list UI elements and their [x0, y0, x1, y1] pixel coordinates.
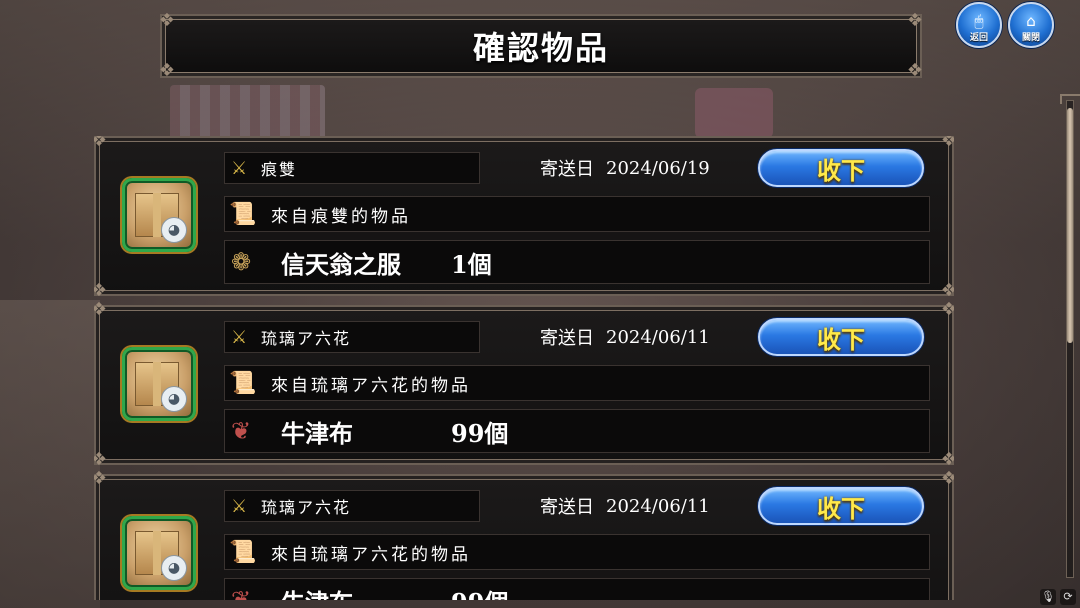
refresh-icon[interactable]: ⟳ [1060, 589, 1076, 605]
sword-shield-icon: ⚔ [231, 326, 248, 348]
ornament-icon: ❖ [906, 10, 924, 31]
mascot-icon: ◕ [161, 217, 187, 243]
mascot-icon: ◕ [161, 386, 187, 412]
cloth-icon: ❦ [231, 586, 252, 600]
box-tape [153, 531, 161, 575]
sender-name: 琉璃ア六花 [261, 329, 352, 348]
send-date: 寄送日 2024/06/11 [540, 490, 710, 522]
sender-name: 痕雙 [261, 160, 298, 179]
box-tape [153, 362, 161, 406]
microphone-icon[interactable]: 🎙 [1040, 589, 1056, 605]
close-button[interactable]: ⌂ 關閉 [1008, 2, 1054, 48]
scroll-quill-icon: 📜 [229, 539, 257, 565]
scroll-quill-icon: 📜 [229, 370, 257, 396]
receive-button-label: 收下 [817, 156, 865, 185]
ornament-icon: ❖ [94, 136, 108, 151]
back-button[interactable]: 🖱 返回 [956, 2, 1002, 48]
item-name: 信天翁之服 [281, 249, 401, 279]
title-bar: ❖ ❖ ❖ ❖ 確認物品 [159, 10, 923, 81]
send-date: 寄送日 2024/06/11 [540, 321, 710, 353]
gift-card: ❖ ❖ ◕ ⚔ 琉璃ア六花 寄送日 2024/06/11 收下 📜 來自琉璃ア六… [94, 468, 954, 600]
background-decoration [0, 300, 100, 608]
scroll-quill-icon: 📜 [229, 201, 257, 227]
ornament-icon: ❖ [940, 468, 954, 489]
sender-field: ⚔ 痕雙 [224, 152, 480, 184]
message-text: 來自琉璃ア六花的物品 [271, 544, 471, 565]
mascot-icon: ◕ [161, 555, 187, 581]
message-field: 📜 來自琉璃ア六花的物品 [224, 365, 930, 401]
ornament-icon: ❖ [940, 136, 954, 151]
bundle-icon: ❁ [231, 248, 252, 276]
gift-card: ❖ ❖ ❖ ❖ ◕ ⚔ 琉璃ア六花 寄送日 2024/06/11 收下 📜 來自… [94, 299, 954, 470]
ornament-icon: ❖ [158, 10, 176, 31]
close-button-label: 關閉 [1021, 33, 1040, 43]
ornament-icon: ❖ [906, 60, 924, 81]
parcel-box-icon: ◕ [122, 178, 196, 252]
gift-card: ❖ ❖ ❖ ❖ ◕ ⚔ 痕雙 寄送日 2024/06/19 收下 📜 來自痕雙的… [94, 136, 954, 301]
sword-shield-icon: ⚔ [231, 157, 248, 179]
item-field: ❁ 信天翁之服 1個 [224, 240, 930, 284]
parcel-box-icon: ◕ [122, 516, 196, 590]
ornament-icon: ❖ [94, 468, 108, 489]
receive-button-label: 收下 [817, 494, 865, 523]
home-icon: ⌂ [1026, 12, 1036, 30]
send-date-label: 寄送日 [540, 328, 594, 349]
sender-field: ⚔ 琉璃ア六花 [224, 490, 480, 522]
mouse-icon: 🖱 [974, 12, 984, 30]
parcel-box-icon: ◕ [122, 347, 196, 421]
item-name: 牛津布 [281, 418, 353, 448]
item-quantity: 1個 [451, 249, 492, 279]
sword-shield-icon: ⚔ [231, 495, 248, 517]
item-field: ❦ 牛津布 99個 [224, 409, 930, 453]
send-date-value: 2024/06/11 [606, 495, 710, 517]
receive-button[interactable]: 收下 [758, 487, 924, 525]
message-field: 📜 來自痕雙的物品 [224, 196, 930, 232]
background-decoration [695, 88, 773, 138]
message-text: 來自痕雙的物品 [271, 206, 411, 227]
receive-button[interactable]: 收下 [758, 149, 924, 187]
item-quantity: 99個 [451, 418, 509, 448]
ornament-icon: ❖ [158, 60, 176, 81]
status-icons: 🎙 ⟳ [1040, 589, 1076, 605]
receive-button-label: 收下 [817, 325, 865, 354]
back-button-label: 返回 [969, 33, 988, 43]
receive-button[interactable]: 收下 [758, 318, 924, 356]
gift-list: ❖ ❖ ❖ ❖ ◕ ⚔ 痕雙 寄送日 2024/06/19 收下 📜 來自痕雙的… [94, 136, 954, 600]
send-date-value: 2024/06/11 [606, 326, 710, 348]
ornament-icon: ❖ [940, 299, 954, 320]
sender-field: ⚔ 琉璃ア六花 [224, 321, 480, 353]
ornament-icon: ❖ [94, 299, 108, 320]
cloth-icon: ❦ [231, 417, 252, 445]
sender-name: 琉璃ア六花 [261, 498, 352, 517]
page-title: 確認物品 [472, 29, 609, 67]
send-date-label: 寄送日 [540, 159, 594, 180]
message-text: 來自琉璃ア六花的物品 [271, 375, 471, 396]
item-quantity: 99個 [451, 583, 508, 601]
item-field: ❦ 牛津布 99個 [224, 578, 930, 600]
send-date-value: 2024/06/19 [606, 157, 710, 179]
item-name: 牛津布 [281, 583, 451, 601]
send-date-label: 寄送日 [540, 497, 594, 518]
send-date: 寄送日 2024/06/19 [540, 152, 710, 184]
message-field: 📜 來自琉璃ア六花的物品 [224, 534, 930, 570]
scrollbar-thumb[interactable] [1067, 108, 1073, 343]
box-tape [153, 193, 161, 237]
